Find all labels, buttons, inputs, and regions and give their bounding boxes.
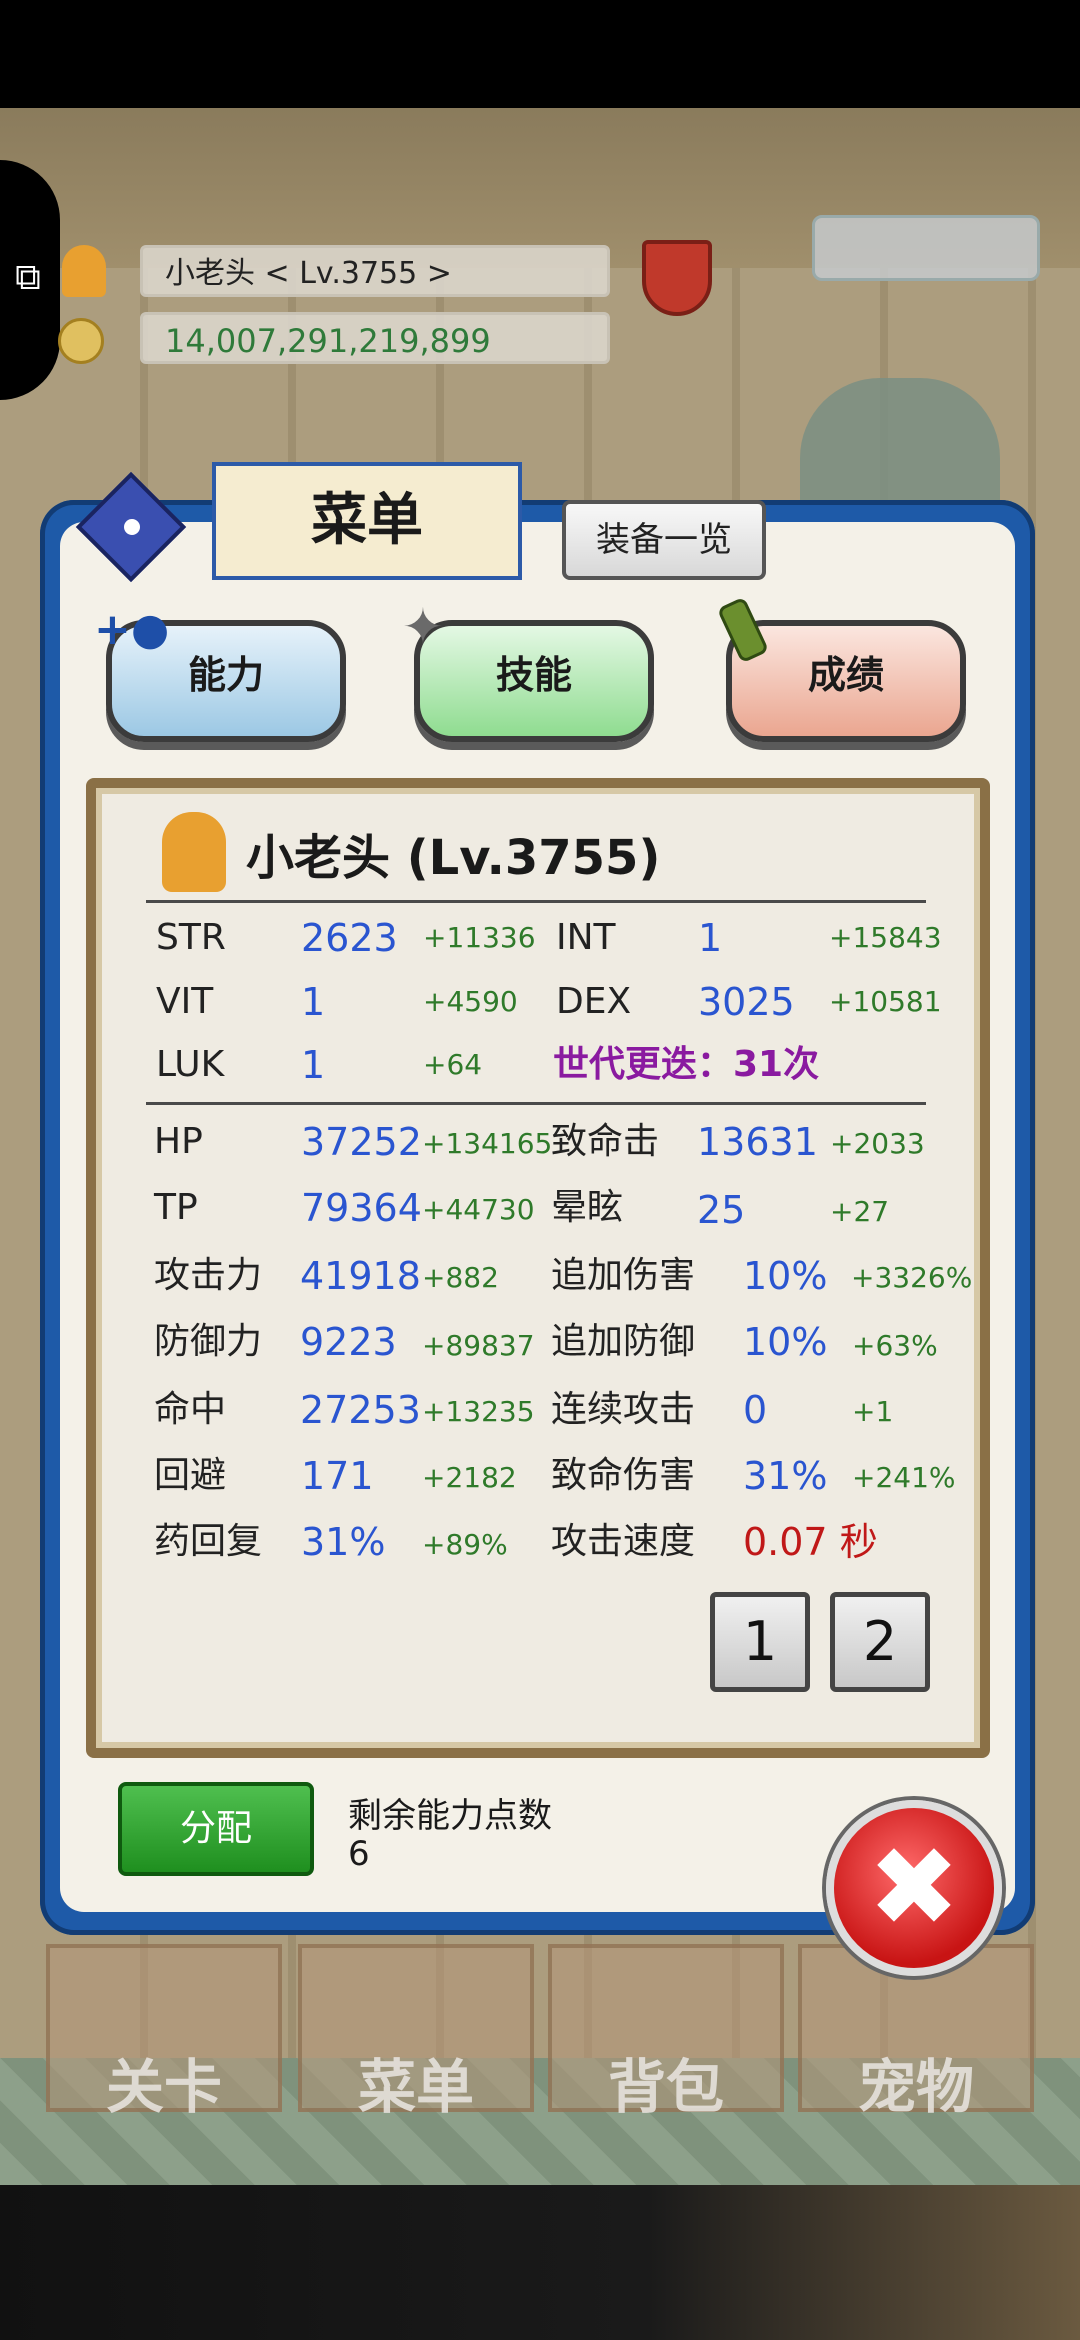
stat-value-potion: 31% [301, 1520, 386, 1564]
stat-value-int: 1 [698, 916, 723, 960]
stat-label-attack-speed: 攻击速度 [551, 1521, 696, 1562]
puzzle-icon[interactable]: ⧉ [8, 258, 48, 298]
stat-value-str: 2623 [301, 916, 398, 960]
navigation-bar [0, 2185, 1080, 2340]
shuriken-icon: ✦ [402, 598, 444, 656]
stat-label-crit-damage: 致命伤害 [551, 1455, 696, 1496]
stat-label-dex: DEX [556, 981, 632, 1022]
stat-bonus-stun: +27 [830, 1195, 890, 1228]
character-name: 小老头 (Lv.3755) [246, 830, 661, 886]
shield-icon[interactable] [642, 240, 712, 316]
stat-bonus-dex: +10581 [829, 985, 942, 1018]
stat-bonus-tp: +44730 [422, 1193, 535, 1226]
stat-value-attack: 41918 [300, 1254, 421, 1298]
hud-avatar [62, 245, 106, 297]
stat-label-stun: 晕眩 [551, 1187, 624, 1228]
stat-value-hp: 37252 [301, 1120, 422, 1164]
remaining-points-label: 剩余能力点数 [348, 1796, 552, 1836]
stat-label-extra-damage: 追加伤害 [551, 1255, 696, 1296]
stat-bonus-potion: +89% [422, 1528, 508, 1561]
stat-bonus-int: +15843 [829, 921, 942, 954]
stat-label-crit: 致命击 [551, 1121, 660, 1162]
menu-title: 菜单 [212, 462, 522, 580]
stat-value-defense: 9223 [300, 1320, 397, 1364]
assign-button[interactable]: 分配 [118, 1782, 314, 1876]
stat-value-vit: 1 [301, 980, 326, 1024]
stat-label-int: INT [556, 917, 616, 958]
stat-value-stun: 25 [697, 1188, 746, 1232]
stat-label-potion: 药回复 [154, 1521, 263, 1562]
page-2-button[interactable]: 2 [830, 1592, 930, 1692]
get-gem-button[interactable] [812, 215, 1040, 281]
stat-bonus-luk: +64 [423, 1048, 483, 1081]
person-add-icon: +● [94, 604, 170, 655]
stat-value-crit: 13631 [697, 1120, 818, 1164]
stat-label-attack: 攻击力 [154, 1255, 263, 1296]
nav-stage[interactable]: 关卡 [46, 1944, 282, 2121]
stat-value-luk: 1 [301, 1043, 326, 1087]
stat-bonus-vit: +4590 [423, 985, 518, 1018]
stat-label-vit: VIT [156, 981, 214, 1022]
stat-value-extra-defense: 10% [743, 1320, 828, 1364]
stat-label-hp: HP [154, 1121, 203, 1162]
stat-label-defense: 防御力 [154, 1321, 263, 1362]
stat-bonus-extra-defense: +63% [852, 1329, 938, 1362]
stat-label-str: STR [156, 917, 226, 958]
character-avatar [162, 812, 226, 892]
stat-bonus-str: +11336 [423, 921, 536, 954]
stat-bonus-hp: +134165 [422, 1127, 553, 1160]
stat-label-tp: TP [154, 1187, 198, 1228]
equipment-list-button[interactable]: 装备一览 [562, 500, 766, 580]
stat-value-hit: 27253 [300, 1388, 421, 1432]
stat-bonus-evade: +2182 [422, 1461, 517, 1494]
gold-display: 14,007,291,219,899 [140, 312, 610, 364]
stat-value-attack-speed: 0.07 秒 [743, 1520, 878, 1564]
close-icon[interactable]: ✖ [826, 1800, 1002, 1976]
stat-bonus-crit: +2033 [830, 1127, 925, 1160]
coin-icon [58, 318, 104, 364]
stat-bonus-defense: +89837 [422, 1329, 535, 1362]
stat-label-evade: 回避 [154, 1455, 227, 1496]
status-bar [0, 0, 1080, 108]
page-1-button[interactable]: 1 [710, 1592, 810, 1692]
stat-bonus-extra-damage: +3326% [851, 1261, 973, 1294]
divider [146, 1102, 926, 1105]
stat-value-dex: 3025 [698, 980, 795, 1024]
stat-label-hit: 命中 [154, 1389, 227, 1430]
stat-value-extra-damage: 10% [743, 1254, 828, 1298]
stat-bonus-hit: +13235 [422, 1395, 535, 1428]
nav-backpack[interactable]: 背包 [548, 1944, 784, 2121]
stat-label-luk: LUK [156, 1044, 225, 1085]
nav-menu[interactable]: 菜单 [298, 1944, 534, 2121]
stat-label-extra-defense: 追加防御 [551, 1321, 696, 1362]
stat-bonus-crit-damage: +241% [852, 1461, 956, 1494]
stat-bonus-attack: +882 [422, 1261, 499, 1294]
stat-value-crit-damage: 31% [743, 1454, 828, 1498]
stat-bonus-combo: +1 [852, 1395, 894, 1428]
remaining-points-value: 6 [348, 1834, 370, 1874]
stat-label-combo: 连续攻击 [551, 1389, 696, 1430]
divider [146, 900, 926, 903]
stat-value-evade: 171 [301, 1454, 374, 1498]
player-name-bar: 小老头 < Lv.3755 > [140, 245, 610, 297]
generation-count: 世代更迭：31次 [553, 1044, 820, 1085]
stat-value-tp: 79364 [301, 1186, 422, 1230]
book-icon-gem [124, 519, 140, 535]
stat-value-combo: 0 [743, 1388, 768, 1432]
